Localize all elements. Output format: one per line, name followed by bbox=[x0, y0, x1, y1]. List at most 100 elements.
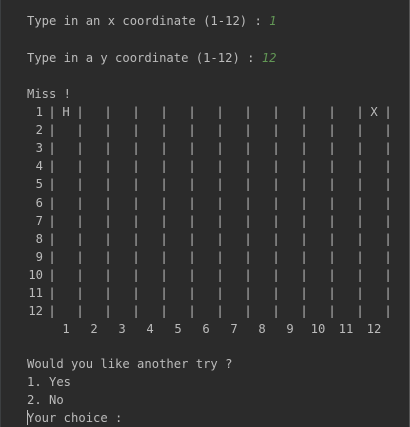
grid-separator: | bbox=[160, 195, 168, 210]
grid-separator: | bbox=[76, 123, 84, 138]
grid-separator: | bbox=[216, 286, 224, 300]
grid-separator: | bbox=[160, 267, 168, 282]
column-label: 8 bbox=[258, 322, 266, 336]
grid-separator: | bbox=[160, 249, 168, 264]
grid-separator: | bbox=[48, 249, 56, 264]
grid-separator: | bbox=[104, 195, 112, 210]
grid-separator: | bbox=[160, 105, 168, 119]
grid-separator: | bbox=[328, 267, 336, 282]
grid-separator: | bbox=[300, 267, 308, 282]
grid-separator: | bbox=[384, 304, 392, 319]
grid-separator: | bbox=[132, 141, 140, 156]
grid-separator: | bbox=[272, 213, 280, 228]
option-yes: 1. Yes bbox=[27, 375, 72, 389]
grid-separator: | bbox=[272, 231, 280, 246]
row-label: 3 bbox=[35, 141, 43, 156]
grid-separator: | bbox=[244, 249, 252, 264]
grid-separator: | bbox=[104, 267, 112, 282]
grid-separator: | bbox=[216, 249, 224, 264]
grid-separator: | bbox=[188, 249, 196, 264]
column-label: 4 bbox=[146, 322, 154, 336]
grid-separator: | bbox=[216, 231, 224, 246]
grid-separator: | bbox=[384, 213, 392, 228]
column-label: 12 bbox=[366, 322, 382, 336]
column-label: 5 bbox=[174, 322, 182, 336]
grid-separator: | bbox=[76, 267, 84, 282]
grid-separator: | bbox=[384, 231, 392, 246]
grid-separator: | bbox=[76, 213, 84, 228]
grid-separator: | bbox=[328, 249, 336, 264]
row-label: 2 bbox=[35, 123, 43, 138]
grid-separator: | bbox=[132, 177, 140, 192]
grid-separator: | bbox=[132, 105, 140, 119]
grid-separator: | bbox=[384, 249, 392, 264]
grid-separator: | bbox=[272, 195, 280, 210]
grid-separator: | bbox=[328, 105, 336, 119]
grid-separator: | bbox=[300, 195, 308, 210]
grid-separator: | bbox=[160, 159, 168, 174]
grid-separator: | bbox=[328, 195, 336, 210]
grid-separator: | bbox=[244, 267, 252, 282]
choice-prompt[interactable]: Your choice : bbox=[27, 409, 122, 427]
grid-separator: | bbox=[328, 123, 336, 138]
grid-separator: | bbox=[300, 177, 308, 192]
hit-marker: H bbox=[62, 105, 70, 119]
grid-separator: | bbox=[300, 213, 308, 228]
grid-separator: | bbox=[356, 159, 364, 174]
grid-separator: | bbox=[132, 249, 140, 264]
grid-separator: | bbox=[48, 231, 56, 246]
grid-separator: | bbox=[76, 105, 84, 119]
grid-separator: | bbox=[272, 267, 280, 282]
grid-separator: | bbox=[300, 249, 308, 264]
grid-separator: | bbox=[356, 213, 364, 228]
grid-separator: | bbox=[216, 213, 224, 228]
grid-separator: | bbox=[160, 286, 168, 300]
grid-separator: | bbox=[384, 123, 392, 138]
grid-separator: | bbox=[188, 304, 196, 319]
column-label: 3 bbox=[118, 322, 126, 336]
grid-separator: | bbox=[244, 177, 252, 192]
grid-separator: | bbox=[384, 105, 392, 119]
grid-separator: | bbox=[188, 195, 196, 210]
grid-separator: | bbox=[300, 141, 308, 156]
grid-separator: | bbox=[48, 159, 56, 174]
grid-separator: | bbox=[216, 123, 224, 138]
row-label: 12 bbox=[28, 304, 43, 319]
grid-separator: | bbox=[328, 231, 336, 246]
grid-separator: | bbox=[384, 159, 392, 174]
grid-separator: | bbox=[48, 195, 56, 210]
column-label: 9 bbox=[286, 322, 294, 336]
grid-separator: | bbox=[356, 267, 364, 282]
row-label: 9 bbox=[35, 249, 43, 264]
grid-separator: | bbox=[104, 123, 112, 138]
grid-separator: | bbox=[300, 304, 308, 319]
console-output: Type in an x coordinate (1-12) : 1 Type … bbox=[0, 0, 410, 427]
grid-separator: | bbox=[76, 304, 84, 319]
grid-separator: | bbox=[244, 105, 252, 119]
grid-separator: | bbox=[132, 195, 140, 210]
grid-separator: | bbox=[76, 177, 84, 192]
grid-separator: | bbox=[356, 231, 364, 246]
grid-separator: | bbox=[104, 286, 112, 300]
grid-separator: | bbox=[104, 213, 112, 228]
column-label: 10 bbox=[310, 322, 326, 336]
grid-separator: | bbox=[328, 159, 336, 174]
grid-separator: | bbox=[356, 249, 364, 264]
x-input-value: 1 bbox=[269, 14, 277, 28]
grid-separator: | bbox=[300, 159, 308, 174]
grid-separator: | bbox=[188, 141, 196, 156]
row-label: 1 bbox=[35, 105, 43, 119]
column-label: 2 bbox=[90, 322, 98, 336]
grid-separator: | bbox=[160, 304, 168, 319]
grid-separator: | bbox=[188, 286, 196, 300]
column-label: 6 bbox=[202, 322, 210, 336]
grid-separator: | bbox=[132, 267, 140, 282]
row-label: 4 bbox=[35, 159, 43, 174]
grid-separator: | bbox=[272, 141, 280, 156]
x-coordinate-prompt: Type in an x coordinate (1-12) : 1 bbox=[27, 12, 276, 30]
grid-separator: | bbox=[76, 249, 84, 264]
grid-separator: | bbox=[188, 177, 196, 192]
grid-separator: | bbox=[48, 213, 56, 228]
grid-separator: | bbox=[48, 105, 56, 119]
row-label: 7 bbox=[35, 213, 43, 228]
